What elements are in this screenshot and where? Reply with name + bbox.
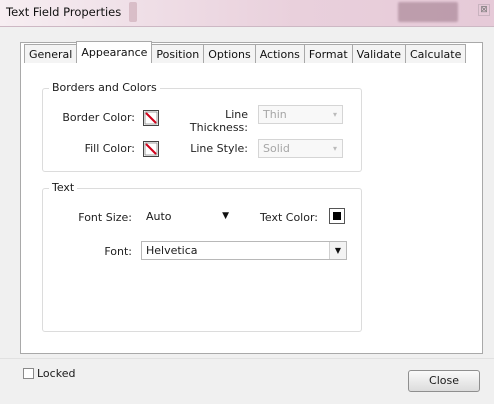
tab-calculate[interactable]: Calculate: [405, 44, 467, 63]
window-title: Text Field Properties: [6, 5, 122, 19]
line-thickness-select[interactable]: Thin ▾: [258, 105, 343, 124]
tab-options[interactable]: Options: [203, 44, 256, 63]
text-color-fill: [333, 212, 341, 220]
group-title: Borders and Colors: [49, 81, 160, 94]
tab-validate[interactable]: Validate: [351, 44, 406, 63]
chevron-down-icon: ▼: [222, 211, 229, 221]
line-style-value: Solid: [263, 142, 290, 155]
no-color-swatch-icon: [144, 111, 158, 125]
tab-actions[interactable]: Actions: [254, 44, 305, 63]
text-color-swatch[interactable]: [329, 208, 345, 224]
fill-color-label: Fill Color:: [84, 142, 135, 155]
locked-label: Locked: [37, 367, 76, 380]
font-size-select[interactable]: Auto ▼: [146, 208, 231, 227]
font-select[interactable]: Helvetica ▼: [141, 241, 347, 260]
tab-strip: General Appearance Position Options Acti…: [24, 41, 467, 64]
title-bar: Text Field Properties ⊠: [0, 0, 494, 27]
titlebar-decoration: [398, 2, 458, 22]
tab-format[interactable]: Format: [303, 44, 353, 63]
font-size-label: Font Size:: [78, 211, 132, 224]
fill-color-swatch[interactable]: [143, 141, 159, 157]
chevron-down-icon: ▼: [329, 242, 346, 259]
close-window-icon[interactable]: ⊠: [478, 4, 490, 16]
line-style-label: Line Style:: [190, 142, 248, 155]
font-value: Helvetica: [146, 244, 198, 257]
tab-appearance[interactable]: Appearance: [76, 41, 153, 63]
chevron-down-icon: ▾: [332, 144, 337, 153]
close-button[interactable]: Close: [408, 370, 480, 392]
text-color-label: Text Color:: [260, 211, 318, 224]
no-color-swatch-icon: [144, 142, 158, 156]
group-title: Text: [49, 181, 78, 194]
border-color-swatch[interactable]: [143, 110, 159, 126]
tab-general[interactable]: General: [24, 44, 78, 63]
tab-position[interactable]: Position: [151, 44, 205, 63]
chevron-down-icon: ▾: [332, 110, 337, 119]
line-style-select[interactable]: Solid ▾: [258, 139, 343, 158]
line-thickness-value: Thin: [263, 108, 287, 121]
locked-checkbox[interactable]: [23, 368, 34, 379]
font-label: Font:: [104, 245, 132, 258]
border-color-label: Border Color:: [62, 111, 135, 124]
titlebar-decoration: [129, 2, 137, 22]
font-size-value: Auto: [146, 210, 172, 223]
footer-divider: [0, 358, 494, 359]
line-thickness-label: Line Thickness:: [189, 108, 248, 134]
